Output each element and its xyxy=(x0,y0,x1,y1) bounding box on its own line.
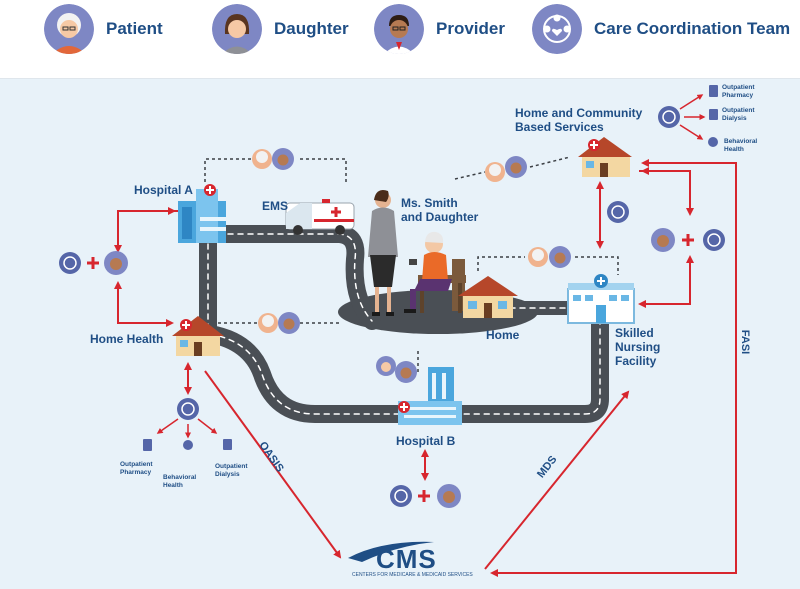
ems-label: EMS xyxy=(262,199,289,213)
bottom-dialysis-label-2: Dialysis xyxy=(215,471,240,478)
legend-daughter-label: Daughter xyxy=(274,19,349,38)
daughter-icon xyxy=(376,356,396,376)
bottom-pharmacy-label-2: Pharmacy xyxy=(120,469,152,476)
snf-label-line3: Facility xyxy=(615,354,657,368)
provider-icon xyxy=(505,156,527,178)
patient-icon xyxy=(528,247,548,267)
provider-icon xyxy=(651,228,675,252)
daughter-avatar-icon xyxy=(212,4,262,54)
hcbs-house-icon xyxy=(578,137,632,177)
care-team-icon xyxy=(607,201,629,223)
legend-daughter: Daughter xyxy=(212,4,349,54)
dialysis-icon xyxy=(223,439,232,450)
top-dialysis-label-1: Outpatient xyxy=(722,107,755,114)
hcbs-label-line1: Home and Community xyxy=(515,106,643,120)
bottom-dialysis-label-1: Outpatient xyxy=(215,463,248,470)
fasi-label: FASI xyxy=(739,329,752,355)
behavioral-health-icon xyxy=(183,440,193,450)
snf-label-line2: Nursing xyxy=(615,340,661,354)
top-dialysis-label-2: Dialysis xyxy=(722,115,747,122)
cms-logo-text: CMS xyxy=(376,544,437,574)
home-health-label: Home Health xyxy=(90,332,164,346)
provider-avatar-icon xyxy=(374,4,424,54)
care-team-icon xyxy=(177,398,199,420)
patient-icon xyxy=(485,162,505,182)
cms-tagline: CENTERS FOR MEDICARE & MEDICAID SERVICES xyxy=(352,572,473,578)
pharmacy-icon xyxy=(143,439,152,451)
patient-icon xyxy=(258,313,278,333)
bottom-behavioral-label-2: Health xyxy=(163,482,183,489)
home-house-icon xyxy=(458,276,518,318)
hospital-a-label: Hospital A xyxy=(134,183,193,197)
care-team-icon xyxy=(59,252,81,274)
plus-icon xyxy=(418,490,430,502)
provider-icon xyxy=(104,251,128,275)
top-behavioral-label-1: Behavioral xyxy=(724,138,758,145)
skilled-nursing-facility-icon xyxy=(567,274,635,324)
top-behavioral-label-2: Health xyxy=(724,146,744,153)
provider-icon xyxy=(437,484,461,508)
bottom-behavioral-label-1: Behavioral xyxy=(163,474,197,481)
patient-icon xyxy=(252,149,272,169)
legend-patient-label: Patient xyxy=(106,19,163,38)
bottom-pharmacy-label-1: Outpatient xyxy=(120,461,153,468)
legend-provider: Provider xyxy=(374,4,505,54)
snf-label-line1: Skilled xyxy=(615,326,654,340)
care-team-icon xyxy=(658,106,680,128)
home-label: Home xyxy=(486,328,520,342)
legend-care-team-label: Care Coordination Team xyxy=(594,19,791,38)
provider-icon xyxy=(395,361,417,383)
provider-icon xyxy=(549,246,571,268)
provider-icon xyxy=(272,148,294,170)
and-daughter-label: and Daughter xyxy=(401,210,479,224)
top-pharmacy-label-1: Outpatient xyxy=(722,84,755,91)
cms-logo: CMS CENTERS FOR MEDICARE & MEDICAID SERV… xyxy=(342,538,490,582)
hospital-b-label: Hospital B xyxy=(396,434,456,448)
care-team-avatar-icon xyxy=(532,4,582,54)
care-team-icon xyxy=(390,485,412,507)
plus-icon xyxy=(682,234,694,246)
behavioral-health-icon xyxy=(708,137,718,147)
legend-bar: Patient Daughter Provider Care Coordinat… xyxy=(0,0,800,79)
plus-icon xyxy=(87,257,99,269)
care-team-icon xyxy=(703,229,725,251)
legend-patient: Patient xyxy=(44,4,163,54)
ms-smith-label: Ms. Smith xyxy=(401,196,458,210)
hcbs-label-line2: Based Services xyxy=(515,120,604,134)
provider-icon xyxy=(278,312,300,334)
legend-care-team: Care Coordination Team xyxy=(532,4,790,54)
dialysis-icon xyxy=(709,109,718,120)
legend-provider-label: Provider xyxy=(436,19,505,38)
patient-avatar-icon xyxy=(44,4,94,54)
top-pharmacy-label-2: Pharmacy xyxy=(722,92,754,99)
pharmacy-icon xyxy=(709,85,718,97)
